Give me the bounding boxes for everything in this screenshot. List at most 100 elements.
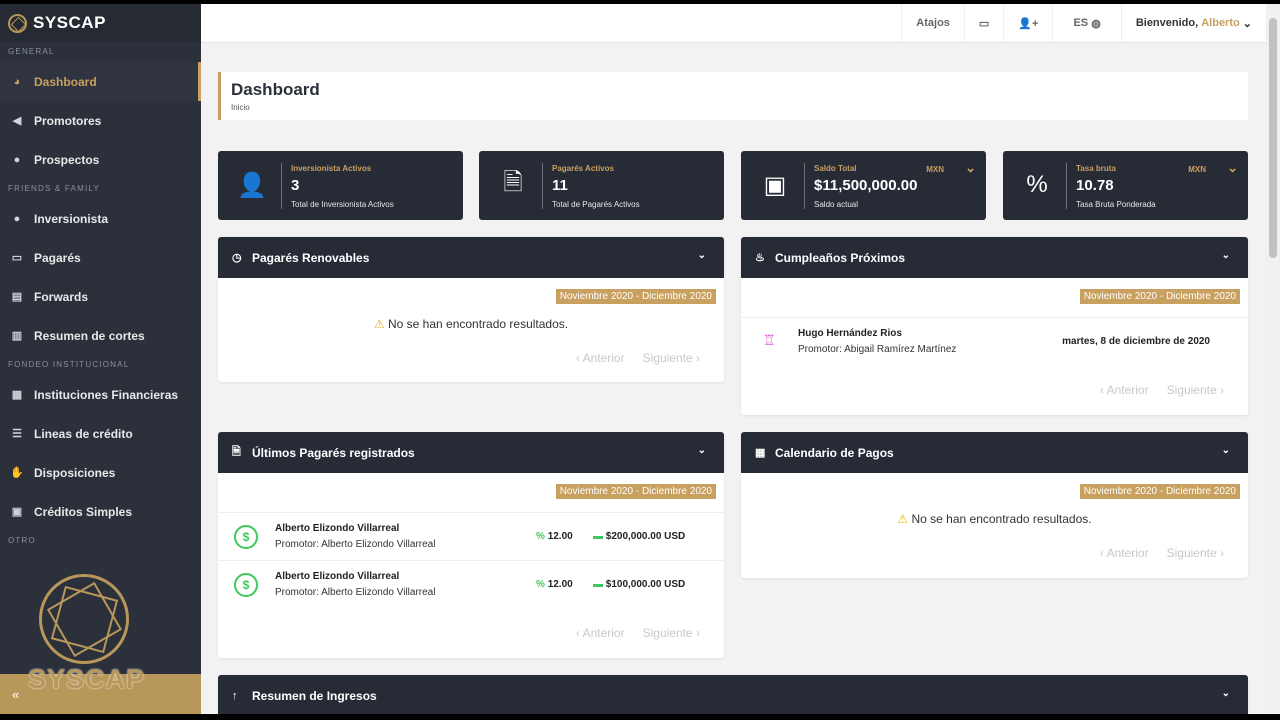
- collapse-icon: «: [12, 686, 20, 702]
- chevron-down-icon[interactable]: ⌄: [1222, 250, 1230, 261]
- section-friends: FRIENDS & FAMILY: [8, 184, 100, 193]
- user-check-icon: 👤: [237, 171, 267, 199]
- birthday-date: martes, 8 de diciembre de 2020: [1062, 336, 1210, 347]
- panel-renovables: ◷ Pagarés Renovables ⌄ Noviembre 2020 - Di…: [218, 237, 724, 382]
- investor-name: Alberto Elizondo Villarreal: [275, 571, 400, 582]
- percent-icon: %: [1026, 171, 1048, 198]
- user-menu[interactable]: Bienvenido, Alberto ⌄: [1120, 4, 1266, 43]
- sidebar-item-inversionista[interactable]: ● Inversionista: [0, 199, 201, 238]
- brand[interactable]: SYSCAP: [0, 4, 201, 42]
- stat-card-saldo: ▣ Saldo Total MXN ⌄ $11,500,000.00 Saldo…: [741, 151, 986, 220]
- money-bill-icon: ▬: [593, 579, 603, 590]
- pager: ‹ Anterior Siguiente ›: [1100, 546, 1224, 560]
- language-selector[interactable]: ES ◍: [1052, 4, 1120, 43]
- currency-label: MXN: [926, 165, 944, 174]
- sidebar-item-forwards[interactable]: ▤ Forwards: [0, 277, 201, 316]
- scrollbar[interactable]: [1266, 4, 1280, 714]
- stat-label: Tasa bruta: [1076, 164, 1116, 173]
- sidebar-item-resumen[interactable]: ▥ Resumen de cortes: [0, 316, 201, 355]
- sidebar-item-prospectos[interactable]: ● Prospectos: [0, 140, 201, 179]
- sidebar-item-dashboard[interactable]: ◕ Dashboard: [0, 62, 201, 101]
- gauge-icon: ◕: [13, 75, 21, 88]
- warning-icon: ⚠: [897, 512, 909, 526]
- panel-title: Calendario de Pagos: [775, 445, 894, 460]
- sidebar-item-instituciones[interactable]: ▦ Instituciones Financieras: [0, 375, 201, 414]
- breadcrumb[interactable]: Inicio: [231, 103, 1238, 112]
- chevron-down-icon[interactable]: ⌄: [698, 250, 706, 261]
- section-general: GENERAL: [8, 47, 55, 56]
- money-icon-button[interactable]: ▭: [963, 4, 1003, 43]
- promoter: Promotor: Abigail Ramírez Martínez: [798, 344, 957, 355]
- date-range-badge: Noviembre 2020 - Diciembre 2020: [1079, 484, 1240, 499]
- sidebar-item-pagares[interactable]: ▭ Pagarés: [0, 238, 201, 277]
- sidebar-item-label: Pagarés: [34, 250, 81, 265]
- prev-button[interactable]: ‹ Anterior: [576, 626, 625, 640]
- next-button[interactable]: Siguiente ›: [1167, 383, 1224, 397]
- chevron-down-icon[interactable]: ⌄: [1222, 688, 1230, 699]
- next-label: Siguiente: [1166, 383, 1217, 397]
- invoice-dollar-icon: $: [234, 573, 258, 597]
- next-button[interactable]: Siguiente ›: [1167, 546, 1224, 560]
- sidebar-item-disposiciones[interactable]: ✋ Disposiciones: [0, 453, 201, 492]
- sidebar-item-creditos[interactable]: ▣ Créditos Simples: [0, 492, 201, 531]
- scrollbar-thumb[interactable]: [1269, 18, 1277, 258]
- person-name: Hugo Hernández Rios: [798, 328, 902, 339]
- panel-header[interactable]: ♨ Cumpleaños Próximos ⌄: [741, 237, 1248, 278]
- prev-button[interactable]: ‹ Anterior: [1100, 383, 1149, 397]
- chevron-down-icon[interactable]: ⌄: [1222, 445, 1230, 456]
- invoice-dollar-icon: $: [234, 525, 258, 549]
- sidebar-item-promotores[interactable]: ◀ Promotores: [0, 101, 201, 140]
- panel-header[interactable]: 🗎 Últimos Pagarés registrados ⌄: [218, 432, 724, 473]
- sidebar-item-lineas[interactable]: ☰ Lineas de crédito: [0, 414, 201, 453]
- watermark-text: SYSCAP: [28, 664, 146, 694]
- calendar-icon: ▦: [755, 447, 766, 459]
- rate: % 12.00: [536, 531, 573, 542]
- sidebar-item-label: Inversionista: [34, 211, 109, 226]
- panel-header[interactable]: ◷ Pagarés Renovables ⌄: [218, 237, 724, 278]
- add-user-icon-button[interactable]: 👤+: [1003, 4, 1052, 43]
- stat-value: 3: [291, 177, 300, 194]
- page-title: Dashboard: [231, 80, 320, 99]
- panel-header[interactable]: ▦ Calendario de Pagos ⌄: [741, 432, 1248, 473]
- promoter: Promotor: Alberto Elizondo Villarreal: [275, 539, 436, 550]
- panel-calendario: ▦ Calendario de Pagos ⌄ Noviembre 2020 - D…: [741, 432, 1248, 578]
- chevron-down-icon[interactable]: ⌄: [698, 445, 706, 456]
- panel-header[interactable]: ↑ Resumen de Ingresos ⌄: [218, 675, 1248, 714]
- shortcuts-button[interactable]: Atajos: [901, 4, 964, 43]
- app-frame: SYSCAP GENERAL ◕ Dashboard ◀ Promotores ● P…: [0, 4, 1280, 714]
- table-row[interactable]: $ Alberto Elizondo Villarreal Promotor: …: [218, 560, 724, 607]
- clock-icon: ◷: [232, 252, 242, 264]
- chevron-down-icon[interactable]: ⌄: [1227, 160, 1238, 176]
- list-item[interactable]: ♖ Hugo Hernández Rios Promotor: Abigail …: [741, 317, 1248, 364]
- next-label: Siguiente: [1166, 546, 1217, 560]
- rate-value: 12.00: [547, 579, 573, 590]
- currency-label: MXN: [1188, 165, 1206, 174]
- next-button[interactable]: Siguiente ›: [643, 351, 700, 365]
- next-button[interactable]: Siguiente ›: [643, 626, 700, 640]
- prev-label: Anterior: [1106, 383, 1149, 397]
- promoter: Promotor: Alberto Elizondo Villarreal: [275, 587, 436, 598]
- panel-title: Últimos Pagarés registrados: [252, 445, 415, 460]
- amount-value: $200,000.00 USD: [605, 531, 686, 542]
- empty-message: ⚠ No se han encontrado resultados.: [741, 512, 1248, 526]
- invoice-icon: 🗎: [232, 446, 241, 458]
- date-range-badge: Noviembre 2020 - Diciembre 2020: [1079, 289, 1240, 304]
- stat-label: Pagarés Activos: [552, 164, 614, 173]
- chevron-down-icon[interactable]: ⌄: [965, 160, 976, 176]
- stat-value: 10.78: [1076, 177, 1114, 194]
- cash-icon: ▣: [11, 506, 23, 518]
- list-icon: ☰: [12, 428, 22, 440]
- stat-sub: Total de Inversionista Activos: [291, 200, 394, 209]
- investor-name: Alberto Elizondo Villarreal: [275, 523, 400, 534]
- user-name: Alberto: [1201, 17, 1240, 29]
- stat-card-tasa: % Tasa bruta MXN ⌄ 10.78 Tasa Bruta Pond…: [1003, 151, 1248, 220]
- prev-button[interactable]: ‹ Anterior: [1100, 546, 1149, 560]
- empty-text: No se han encontrado resultados.: [387, 317, 569, 331]
- topbar: Atajos ▭ 👤+ ES ◍ Bienvenido, Alberto ⌄: [201, 4, 1266, 43]
- empty-text: No se han encontrado resultados.: [911, 512, 1092, 526]
- money-bill-icon: ▣: [763, 171, 787, 199]
- megaphone-icon: ◀: [12, 115, 22, 127]
- prev-button[interactable]: ‹ Anterior: [576, 351, 625, 365]
- table-row[interactable]: $ Alberto Elizondo Villarreal Promotor: …: [218, 512, 724, 559]
- watermark-logo: SYSCAP: [28, 574, 146, 704]
